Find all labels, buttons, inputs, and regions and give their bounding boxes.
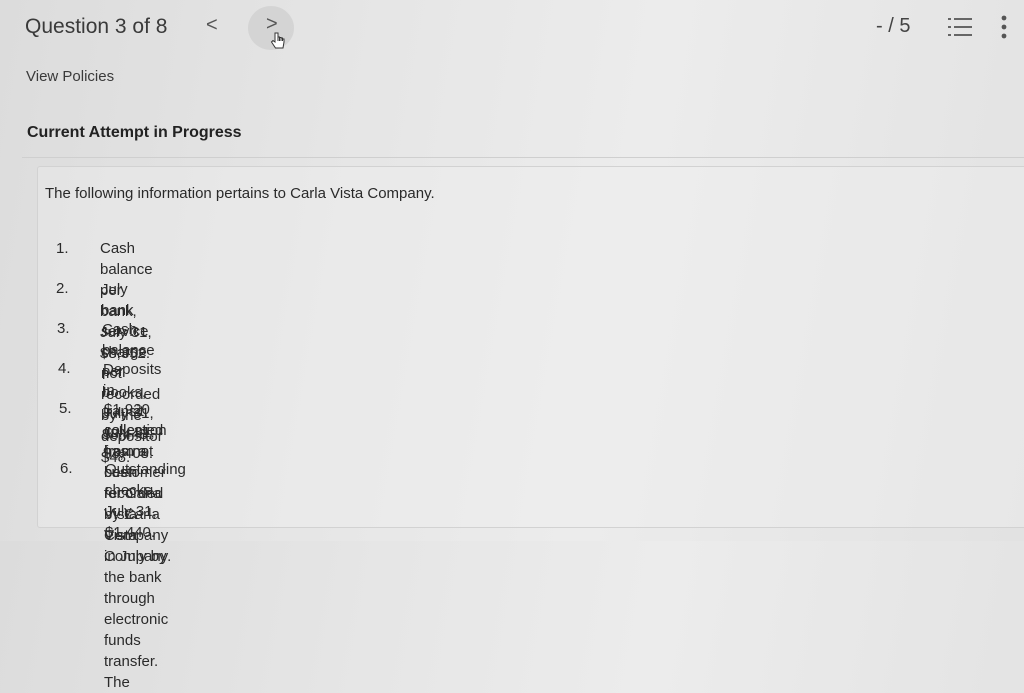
previous-question-button[interactable]: <: [206, 14, 218, 37]
question-counter: Question 3 of 8: [25, 15, 168, 38]
attempt-status: Current Attempt in Progress: [27, 124, 242, 141]
item-number: 6.: [60, 460, 73, 477]
view-policies-link[interactable]: View Policies: [26, 68, 114, 85]
item-number: 3.: [57, 320, 70, 337]
next-question-button[interactable]: >: [248, 6, 294, 50]
item-number: 4.: [58, 360, 71, 377]
item-number: 1.: [56, 240, 69, 257]
top-navigation-bar: Question 3 of 8 < > - / 5: [0, 0, 1024, 58]
section-divider: [22, 157, 1024, 158]
numbered-list-icon[interactable]: [948, 16, 972, 38]
hand-pointer-icon: [270, 32, 285, 49]
question-intro: The following information pertains to Ca…: [45, 185, 435, 202]
score-display: - / 5: [876, 15, 911, 37]
more-vertical-icon[interactable]: [1000, 14, 1008, 40]
item-text: Outstanding checks, July 31, $1,440.: [105, 461, 186, 541]
item-number: 5.: [59, 400, 72, 417]
item-number: 2.: [56, 280, 69, 297]
